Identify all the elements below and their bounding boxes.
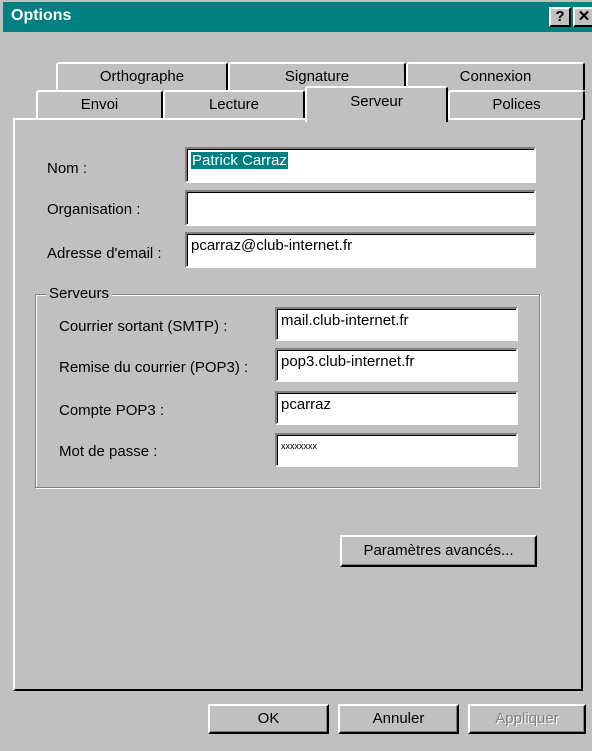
advanced-settings-button[interactable]: Paramètres avancés... [340, 535, 537, 567]
help-button[interactable]: ? [549, 7, 571, 27]
close-button[interactable]: ✕ [573, 7, 592, 27]
email-label: Adresse d'email : [47, 245, 162, 262]
organisation-field[interactable] [185, 190, 536, 226]
servers-group-title: Serveurs [46, 285, 113, 302]
pop3-label: Remise du courrier (POP3) : [59, 359, 249, 376]
smtp-label: Courrier sortant (SMTP) : [59, 318, 228, 335]
options-dialog: Options ? ✕ Orthographe Signature Connex… [0, 0, 592, 751]
account-label: Compte POP3 : [59, 402, 165, 419]
tab-orthographe[interactable]: Orthographe [56, 62, 228, 90]
apply-button[interactable]: Appliquer [468, 704, 586, 734]
window-title: Options [11, 7, 72, 24]
account-field[interactable]: pcarraz [275, 391, 518, 425]
password-field[interactable]: xxxxxxxx [275, 433, 518, 467]
nom-label: Nom : [47, 160, 88, 177]
tab-serveur[interactable]: Serveur [305, 86, 448, 122]
nom-field[interactable]: Patrick Carraz [185, 147, 536, 183]
tab-envoi[interactable]: Envoi [36, 90, 163, 120]
title-bar[interactable]: Options ? ✕ [3, 2, 592, 32]
organisation-label: Organisation : [47, 201, 141, 218]
ok-button[interactable]: OK [208, 704, 329, 734]
password-label: Mot de passe : [59, 443, 158, 460]
pop3-field[interactable]: pop3.club-internet.fr [275, 348, 518, 382]
smtp-field[interactable]: mail.club-internet.fr [275, 307, 518, 341]
email-field[interactable]: pcarraz@club-internet.fr [185, 232, 536, 268]
nom-value: Patrick Carraz [191, 152, 289, 169]
close-icon: ✕ [577, 8, 591, 25]
cancel-button[interactable]: Annuler [338, 704, 459, 734]
tab-polices[interactable]: Polices [448, 90, 585, 120]
tab-lecture[interactable]: Lecture [163, 90, 305, 120]
